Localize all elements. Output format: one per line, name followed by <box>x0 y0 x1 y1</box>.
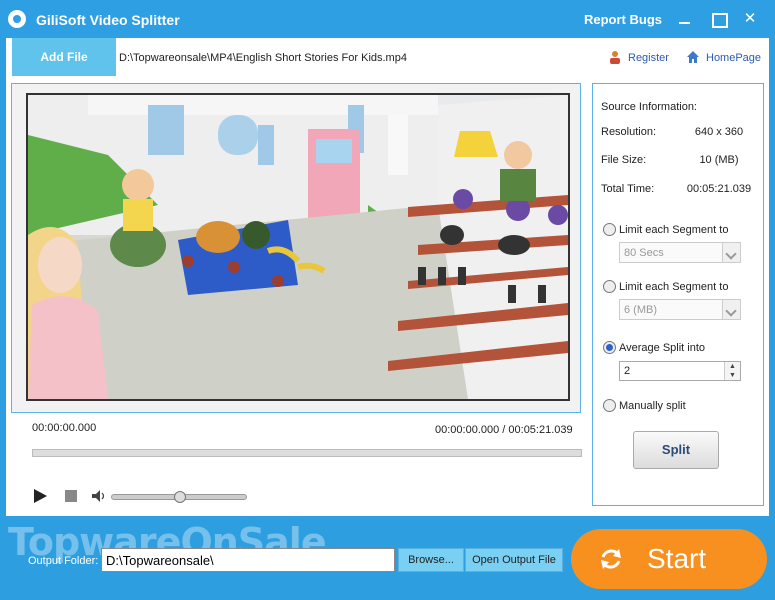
limit-size-label: Limit each Segment to <box>619 281 729 293</box>
total-time-label: Total Time: <box>601 183 655 195</box>
limit-time-option[interactable]: Limit each Segment to <box>603 223 728 236</box>
video-preview[interactable] <box>26 93 570 401</box>
limit-time-radio[interactable] <box>603 223 616 236</box>
start-label: Start <box>647 543 707 574</box>
maximize-button[interactable] <box>708 9 728 29</box>
limit-size-option[interactable]: Limit each Segment to <box>603 280 728 293</box>
file-path: D:\Topwareonsale\MP4\English Short Stori… <box>119 52 407 64</box>
volume-icon[interactable] <box>92 490 106 502</box>
homepage-label: HomePage <box>706 52 762 64</box>
source-info-heading: Source Information: <box>601 101 697 113</box>
limit-time-value: 80 Secs <box>624 247 664 259</box>
report-bugs-link[interactable]: Report Bugs <box>584 12 662 27</box>
refresh-icon <box>601 549 621 569</box>
browse-button[interactable]: Browse... <box>398 548 464 572</box>
average-split-label: Average Split into <box>619 342 706 354</box>
limit-size-value: 6 (MB) <box>624 304 657 316</box>
position-total-time: 00:00:00.000 / 00:05:21.039 <box>435 424 573 436</box>
start-button[interactable]: Start <box>571 529 767 589</box>
add-file-button[interactable]: Add File <box>12 38 116 76</box>
toolbar: Add File D:\Topwareonsale\MP4\English Sh… <box>6 38 769 76</box>
split-button[interactable]: Split <box>633 431 719 469</box>
resolution-label: Resolution: <box>601 126 657 138</box>
spin-up-icon[interactable]: ▲ <box>725 362 740 371</box>
stop-icon[interactable] <box>65 490 77 502</box>
main-panel: Add File D:\Topwareonsale\MP4\English Sh… <box>6 38 769 516</box>
average-split-value: 2 <box>624 365 631 377</box>
register-label: Register <box>628 52 669 64</box>
app-logo-icon <box>8 10 26 28</box>
volume-slider-knob[interactable] <box>174 491 186 503</box>
register-icon <box>610 51 620 64</box>
limit-size-select[interactable]: 6 (MB) <box>619 299 741 320</box>
file-size-value: 10 (MB) <box>699 154 739 166</box>
average-split-spinbox[interactable]: 2 ▲ ▼ <box>619 361 741 381</box>
register-link[interactable]: Register <box>608 50 669 64</box>
timeline-slider[interactable] <box>32 449 582 457</box>
split-settings-panel: Source Information: Resolution: 640 x 36… <box>592 83 764 506</box>
video-frame-image <box>28 95 568 399</box>
output-folder-label: Output Folder: <box>28 555 99 567</box>
video-preview-frame <box>11 83 581 413</box>
average-split-option[interactable]: Average Split into <box>603 341 705 354</box>
open-output-file-button[interactable]: Open Output File <box>465 548 563 572</box>
output-folder-input[interactable] <box>101 548 395 572</box>
close-button[interactable]: ✕ <box>740 9 760 29</box>
current-time: 00:00:00.000 <box>32 422 97 434</box>
play-icon[interactable] <box>34 489 47 503</box>
total-time-value: 00:05:21.039 <box>686 183 752 195</box>
average-split-radio[interactable] <box>603 341 616 354</box>
manual-split-radio[interactable] <box>603 399 616 412</box>
limit-size-radio[interactable] <box>603 280 616 293</box>
homepage-link[interactable]: HomePage <box>686 50 761 64</box>
limit-time-select[interactable]: 80 Secs <box>619 242 741 263</box>
manual-split-option[interactable]: Manually split <box>603 399 686 412</box>
manual-split-label: Manually split <box>619 400 686 412</box>
spin-down-icon[interactable]: ▼ <box>725 371 740 380</box>
limit-time-label: Limit each Segment to <box>619 224 729 236</box>
minimize-button[interactable] <box>674 9 694 29</box>
home-icon <box>687 51 699 63</box>
chevron-down-icon[interactable] <box>722 243 740 262</box>
spinbox-buttons: ▲ ▼ <box>724 362 740 380</box>
app-title: GiliSoft Video Splitter <box>36 12 180 28</box>
resolution-value: 640 x 360 <box>694 126 744 138</box>
file-size-label: File Size: <box>601 154 647 166</box>
title-bar: GiliSoft Video Splitter Report Bugs ✕ <box>0 0 775 38</box>
chevron-down-icon[interactable] <box>722 300 740 319</box>
volume-slider[interactable] <box>111 491 247 503</box>
